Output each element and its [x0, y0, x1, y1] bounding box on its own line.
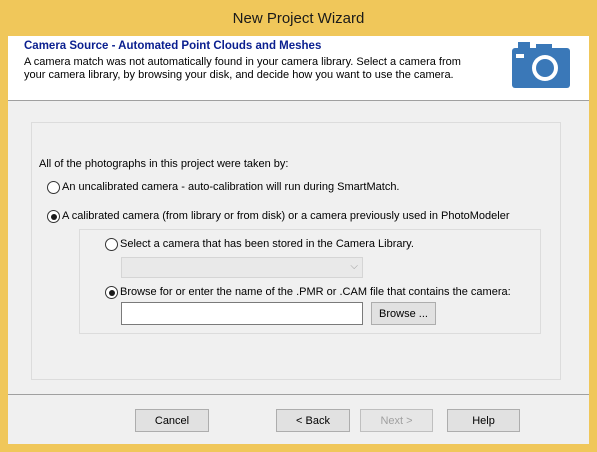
chevron-down-icon[interactable]: ⌵	[350, 261, 358, 272]
camera-library-radio[interactable]	[105, 238, 118, 251]
uncalibrated-radio-label[interactable]: An uncalibrated camera - auto-calibratio…	[62, 181, 400, 193]
wizard-window: New Project Wizard Camera Source - Autom…	[0, 0, 597, 452]
calibrated-radio[interactable]	[47, 210, 60, 223]
browse-radio[interactable]	[105, 286, 118, 299]
camera-library-select[interactable]: ⌵	[121, 257, 363, 278]
cancel-button[interactable]: Cancel	[135, 409, 209, 432]
browse-button[interactable]: Browse ...	[371, 302, 436, 325]
calibrated-radio-label[interactable]: A calibrated camera (from library or fro…	[62, 210, 510, 222]
camera-file-path-input[interactable]	[121, 302, 363, 325]
title-bar[interactable]: New Project Wizard	[0, 0, 597, 36]
browse-radio-label[interactable]: Browse for or enter the name of the .PMR…	[120, 286, 511, 298]
window-title: New Project Wizard	[232, 9, 365, 27]
help-button[interactable]: Help	[447, 409, 520, 432]
footer-divider	[8, 394, 589, 395]
page-description: A camera match was not automatically fou…	[24, 56, 461, 81]
camera-icon	[512, 42, 570, 88]
page-title: Camera Source - Automated Point Clouds a…	[24, 40, 322, 52]
wizard-header: Camera Source - Automated Point Clouds a…	[8, 36, 589, 101]
back-button[interactable]: < Back	[276, 409, 350, 432]
camera-library-radio-label[interactable]: Select a camera that has been stored in …	[120, 238, 414, 250]
wizard-client-area: Camera Source - Automated Point Clouds a…	[8, 36, 589, 444]
next-button[interactable]: Next >	[360, 409, 433, 432]
intro-label: All of the photographs in this project w…	[39, 158, 289, 170]
uncalibrated-radio[interactable]	[47, 181, 60, 194]
